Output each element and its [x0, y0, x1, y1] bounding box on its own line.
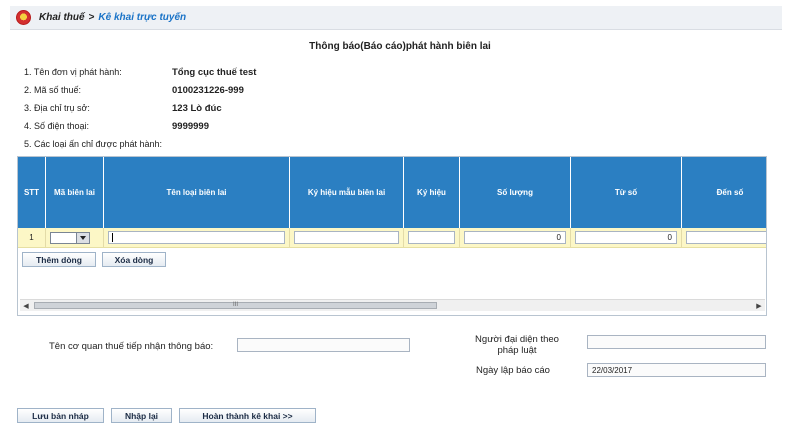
- col-header-ky-hieu-mau: Ký hiệu mẫu biên lai: [290, 157, 404, 228]
- col-header-ten-loai: Tên loại biên lai: [104, 157, 290, 228]
- cell-ten-loai: [104, 228, 290, 247]
- info-value: 123 Lò đúc: [172, 102, 222, 114]
- page-title: Thông báo(Báo cáo)phát hành biên lai: [309, 41, 491, 52]
- info-label: 3. Địa chỉ trụ sở:: [24, 103, 90, 113]
- cell-stt: 1: [18, 228, 46, 247]
- info-label: 5. Các loại ấn chỉ được phát hành:: [24, 139, 163, 149]
- info-label: 1. Tên đơn vị phát hành:: [24, 67, 122, 77]
- breadcrumb-separator: >: [88, 12, 95, 23]
- scroll-left-icon[interactable]: ◀: [20, 300, 32, 311]
- chevron-down-icon[interactable]: [76, 232, 89, 243]
- table-row: 1 0 0: [18, 228, 766, 248]
- info-label: 2. Mã số thuế:: [24, 85, 82, 95]
- scroll-thumb[interactable]: III: [34, 302, 437, 309]
- representative-label: Người đại diện theo pháp luật: [462, 334, 572, 356]
- receipt-grid: STT Mã biên lai Tên loại biên lai Ký hiệ…: [17, 156, 767, 316]
- complete-button[interactable]: Hoàn thành kê khai >>: [179, 408, 316, 423]
- cell-tu-so: 0: [571, 228, 682, 247]
- cell-ma-bien-lai: [46, 228, 104, 247]
- ma-bien-lai-select[interactable]: [50, 231, 90, 244]
- info-label: 4. Số điện thoại:: [24, 121, 90, 131]
- text-cursor: [112, 233, 113, 242]
- col-header-ky-hieu: Ký hiệu: [404, 157, 460, 228]
- so-luong-input[interactable]: 0: [464, 231, 566, 244]
- cell-ky-hieu: [404, 228, 460, 247]
- grid-header: STT Mã biên lai Tên loại biên lai Ký hiệ…: [18, 157, 766, 228]
- receiver-label: Tên cơ quan thuế tiếp nhận thông báo:: [49, 341, 214, 352]
- info-value: 0100231226-999: [172, 84, 244, 96]
- info-row-address: 3. Địa chỉ trụ sở: 123 Lò đúc: [24, 99, 256, 117]
- receiver-input[interactable]: [237, 338, 410, 352]
- scroll-right-icon[interactable]: ▶: [753, 300, 765, 311]
- cell-den-so: [682, 228, 766, 247]
- info-row-receipt-types: 5. Các loại ấn chỉ được phát hành:: [24, 135, 256, 153]
- info-value: Tổng cục thuế test: [172, 66, 257, 78]
- representative-label-line2: pháp luật: [497, 345, 537, 356]
- breadcrumb-parent[interactable]: Khai thuế: [39, 12, 85, 23]
- info-row-issuer: 1. Tên đơn vị phát hành: Tổng cục thuế t…: [24, 63, 256, 81]
- representative-input[interactable]: [587, 335, 766, 349]
- ky-hieu-mau-input[interactable]: [294, 231, 399, 244]
- issuer-info: 1. Tên đơn vị phát hành: Tổng cục thuế t…: [24, 63, 256, 153]
- breadcrumb-bar: Khai thuế > Kê khai trực tuyến: [10, 6, 782, 30]
- save-draft-button[interactable]: Lưu bản nháp: [17, 408, 104, 423]
- cell-so-luong: 0: [460, 228, 571, 247]
- col-header-tu-so: Từ số: [571, 157, 682, 228]
- info-value: 9999999: [172, 120, 209, 132]
- col-header-so-luong: Số lượng: [460, 157, 571, 228]
- den-so-input[interactable]: [686, 231, 766, 244]
- info-row-phone: 4. Số điện thoại: 9999999: [24, 117, 256, 135]
- col-header-den-so: Đến số: [716, 187, 744, 197]
- info-row-tax-code: 2. Mã số thuế: 0100231226-999: [24, 81, 256, 99]
- representative-label-line1: Người đại diện theo: [475, 334, 559, 345]
- tu-so-input[interactable]: 0: [575, 231, 677, 244]
- add-row-button[interactable]: Thêm dòng: [22, 252, 96, 267]
- ten-loai-input[interactable]: [108, 231, 285, 244]
- report-date-label: Ngày lập báo cáo: [476, 365, 550, 376]
- cell-ky-hieu-mau: [290, 228, 404, 247]
- delete-row-button[interactable]: Xóa dòng: [102, 252, 166, 267]
- ky-hieu-input[interactable]: [408, 231, 455, 244]
- national-emblem-icon: [16, 10, 31, 25]
- report-date-input[interactable]: 22/03/2017: [587, 363, 766, 377]
- col-header-stt: STT: [18, 157, 46, 228]
- horizontal-scrollbar[interactable]: ◀ III ▶: [20, 299, 765, 311]
- reset-button[interactable]: Nhập lại: [111, 408, 172, 423]
- col-header-ma-bien-lai: Mã biên lai: [46, 157, 104, 228]
- breadcrumb-current[interactable]: Kê khai trực tuyến: [98, 12, 186, 23]
